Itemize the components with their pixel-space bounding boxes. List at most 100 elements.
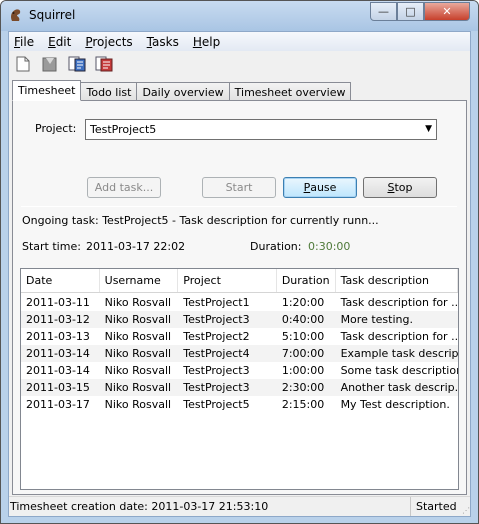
project-label: Project: xyxy=(35,122,77,135)
menu-projects[interactable]: Projects xyxy=(79,35,140,49)
open-button[interactable] xyxy=(39,53,61,75)
table-row[interactable]: 2011-03-12 Niko Rosvall TestProject3 0:4… xyxy=(21,311,458,328)
ongoing-task-text: Ongoing task: TestProject5 - Task descri… xyxy=(22,214,379,227)
cell-task-description: Another task descrip... xyxy=(340,381,458,394)
cell-project: TestProject4 xyxy=(183,347,250,360)
close-button[interactable]: ✕ xyxy=(424,2,470,21)
project-select-value: TestProject5 xyxy=(90,123,157,136)
cell-date: 2011-03-13 xyxy=(26,330,90,343)
column-header-duration[interactable]: Duration xyxy=(277,269,336,292)
open-document-icon xyxy=(42,57,57,72)
window-title: Squirrel xyxy=(29,8,76,22)
cell-task-description: More testing. xyxy=(340,313,413,326)
timesheet-table[interactable]: Date Username Project Duration Task desc… xyxy=(20,268,459,490)
menu-tasks-label: asks xyxy=(152,34,179,49)
table-row[interactable]: 2011-03-11 Niko Rosvall TestProject1 1:2… xyxy=(21,294,458,311)
cell-duration: 1:20:00 xyxy=(281,296,325,309)
cell-date: 2011-03-14 xyxy=(26,364,90,377)
cell-duration: 1:00:00 xyxy=(281,364,325,377)
menu-help[interactable]: Help xyxy=(187,35,228,49)
menu-edit-label: dit xyxy=(55,34,72,49)
new-button[interactable] xyxy=(12,53,34,75)
report-button[interactable] xyxy=(93,53,115,75)
add-task-button[interactable]: Add task... xyxy=(87,177,161,198)
separator xyxy=(21,206,457,207)
status-bar: Timesheet creation date: 2011-03-17 21:5… xyxy=(9,496,470,516)
pause-button[interactable]: Pause xyxy=(283,177,357,198)
tab-todo-list[interactable]: Todo list xyxy=(80,82,138,101)
table-row[interactable]: 2011-03-14 Niko Rosvall TestProject3 1:0… xyxy=(21,362,458,379)
menu-help-mnemonic: H xyxy=(192,34,202,49)
cell-project: TestProject5 xyxy=(183,398,250,411)
table-row[interactable]: 2011-03-17 Niko Rosvall TestProject5 2:1… xyxy=(21,396,458,413)
minimize-button[interactable]: — xyxy=(370,2,397,21)
client-area: File Edit Projects Tasks Help Timesheet … xyxy=(8,31,471,517)
status-state: Started xyxy=(410,497,470,516)
cell-date: 2011-03-14 xyxy=(26,347,90,360)
tab-strip: Timesheet Todo list Daily overview Times… xyxy=(12,80,352,101)
cell-task-description: My Test description. xyxy=(340,398,450,411)
project-select[interactable]: TestProject5 ▼ xyxy=(85,119,437,140)
cell-date: 2011-03-17 xyxy=(26,398,90,411)
pause-mnemonic: P xyxy=(303,181,311,194)
cell-task-description: Example task descrip... xyxy=(340,347,458,360)
timesheet-panel: Project: TestProject5 ▼ Add task... Star… xyxy=(12,100,467,495)
cell-task-description: Some task description. xyxy=(340,364,458,377)
stop-button[interactable]: Stop xyxy=(363,177,437,198)
start-time-value: 2011-03-17 22:02 xyxy=(86,240,186,253)
cell-username: Niko Rosvall xyxy=(104,296,172,309)
cell-username: Niko Rosvall xyxy=(104,330,172,343)
table-body: 2011-03-11 Niko Rosvall TestProject1 1:2… xyxy=(21,293,458,413)
column-header-project[interactable]: Project xyxy=(178,269,277,292)
stop-mnemonic: S xyxy=(387,181,395,194)
table-header: Date Username Project Duration Task desc… xyxy=(21,269,458,293)
column-header-task-description[interactable]: Task description xyxy=(336,269,458,292)
tab-timesheet[interactable]: Timesheet xyxy=(12,80,82,101)
maximize-button[interactable]: □ xyxy=(397,2,424,21)
maximize-icon: □ xyxy=(405,5,416,18)
cell-duration: 2:15:00 xyxy=(281,398,325,411)
cell-username: Niko Rosvall xyxy=(104,347,172,360)
squirrel-icon xyxy=(11,9,21,21)
export-button[interactable] xyxy=(66,53,88,75)
export-icon xyxy=(68,56,86,72)
duration-label: Duration: xyxy=(250,240,302,253)
tab-daily-overview[interactable]: Daily overview xyxy=(136,82,230,101)
minimize-icon: — xyxy=(378,5,389,18)
menu-file-label: ile xyxy=(20,34,35,49)
table-row[interactable]: 2011-03-14 Niko Rosvall TestProject4 7:0… xyxy=(21,345,458,362)
close-icon: ✕ xyxy=(442,5,452,18)
column-header-username[interactable]: Username xyxy=(100,269,179,292)
menu-edit[interactable]: Edit xyxy=(42,35,79,49)
start-button[interactable]: Start xyxy=(202,177,276,198)
cell-duration: 0:40:00 xyxy=(281,313,325,326)
cell-task-description: Task description for ... xyxy=(340,330,458,343)
menu-tasks[interactable]: Tasks xyxy=(141,35,187,49)
menu-help-label: elp xyxy=(201,34,221,49)
new-document-icon xyxy=(16,56,30,72)
cell-username: Niko Rosvall xyxy=(104,381,172,394)
title-bar[interactable]: Squirrel — □ ✕ xyxy=(1,1,478,31)
cell-date: 2011-03-12 xyxy=(26,313,90,326)
cell-date: 2011-03-11 xyxy=(26,296,90,309)
cell-date: 2011-03-15 xyxy=(26,381,90,394)
table-row[interactable]: 2011-03-13 Niko Rosvall TestProject2 5:1… xyxy=(21,328,458,345)
cell-username: Niko Rosvall xyxy=(104,398,172,411)
resize-grip-icon[interactable]: ⋰ xyxy=(462,506,470,515)
duration-value: 0:30:00 xyxy=(308,240,351,253)
menu-projects-label: rojects xyxy=(92,34,133,49)
cell-project: TestProject3 xyxy=(183,313,250,326)
pause-label: ause xyxy=(310,181,337,194)
table-row[interactable]: 2011-03-15 Niko Rosvall TestProject3 2:3… xyxy=(21,379,458,396)
tab-timesheet-overview[interactable]: Timesheet overview xyxy=(228,82,352,101)
menu-bar: File Edit Projects Tasks Help xyxy=(9,32,470,51)
menu-file[interactable]: File xyxy=(9,35,42,49)
cell-project: TestProject1 xyxy=(183,296,250,309)
menu-edit-mnemonic: E xyxy=(48,34,56,49)
toolbar xyxy=(9,52,470,76)
column-header-date[interactable]: Date xyxy=(21,269,100,292)
cell-duration: 2:30:00 xyxy=(281,381,325,394)
chevron-down-icon: ▼ xyxy=(425,124,432,134)
stop-label: top xyxy=(394,181,413,194)
cell-project: TestProject3 xyxy=(183,381,250,394)
